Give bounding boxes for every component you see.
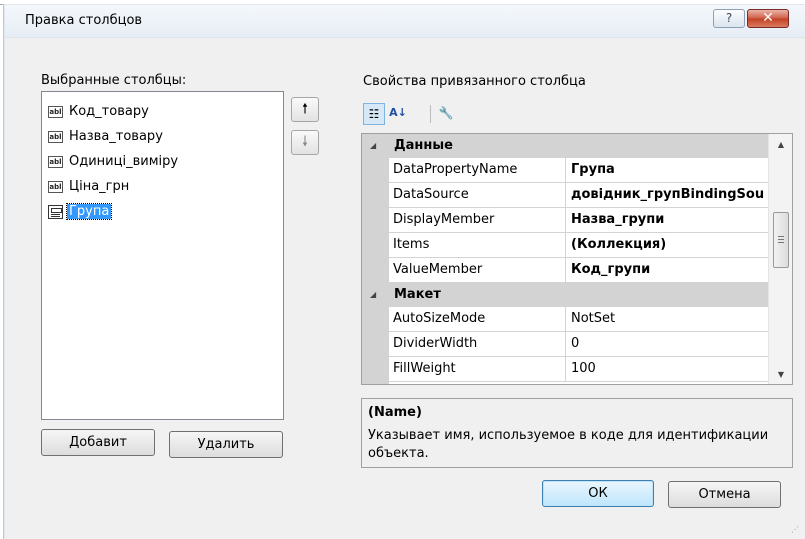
property-value[interactable]: Назва_групи <box>571 208 767 232</box>
property-value[interactable]: 0 <box>571 332 767 356</box>
property-divider <box>565 357 566 382</box>
close-button[interactable]: ✕ <box>747 9 789 28</box>
arrow-up-icon: 🠕 <box>301 101 308 117</box>
category-label: Макет <box>394 287 441 302</box>
property-row-displaymember[interactable]: DisplayMember Назва_групи <box>389 208 768 233</box>
property-name: DisplayMember <box>393 212 495 227</box>
remove-column-button[interactable]: Удалить <box>169 431 283 458</box>
property-name: DataPropertyName <box>393 162 518 177</box>
alphabetical-view-button[interactable]: A↓ <box>387 103 409 125</box>
property-value[interactable]: 100 <box>571 357 767 381</box>
property-row-fillweight[interactable]: FillWeight 100 <box>389 357 768 382</box>
property-divider <box>565 208 566 233</box>
property-name: Items <box>393 237 430 252</box>
collapse-icon[interactable]: ◢ <box>370 283 376 307</box>
close-icon: ✕ <box>762 10 774 26</box>
property-row-datapropertyname[interactable]: DataPropertyName Група <box>389 158 768 183</box>
category-row-data[interactable]: ◢ Данные <box>362 134 768 158</box>
property-divider <box>565 233 566 258</box>
list-item-label: Код_товару <box>69 104 149 119</box>
property-description-panel: (Name) Указывает имя, используемое в код… <box>361 398 793 468</box>
bound-column-properties-label: Свойства привязанного столбца <box>363 74 586 89</box>
property-row-items[interactable]: Items (Коллекция) <box>389 233 768 258</box>
property-name: DataSource <box>393 187 469 202</box>
resize-grip-icon[interactable]: ⋰ <box>791 525 801 535</box>
property-row-autosizemode[interactable]: AutoSizeMode NotSet <box>389 307 768 332</box>
list-item-label: Група <box>65 203 113 220</box>
property-row-valuemember[interactable]: ValueMember Код_групи <box>389 258 768 283</box>
list-item-label: Назва_товару <box>69 129 163 144</box>
move-down-button[interactable]: 🠗 <box>291 130 319 155</box>
property-grid-margin <box>362 134 389 384</box>
selected-columns-list[interactable]: abl Код_товару abl Назва_товару abl Один… <box>41 91 284 420</box>
property-value[interactable]: NotSet <box>571 307 767 331</box>
textbox-column-icon: abl <box>48 155 63 168</box>
selected-columns-label: Выбранные столбцы: <box>41 73 187 88</box>
scrollbar-thumb[interactable] <box>773 212 789 268</box>
property-divider <box>565 332 566 357</box>
help-button[interactable]: ? <box>713 9 745 28</box>
property-value[interactable]: (Коллекция) <box>571 233 767 257</box>
list-item-tsina-hrn[interactable]: abl Ціна_грн <box>48 176 129 197</box>
description-text: Указывает имя, используемое в коде для и… <box>368 428 769 461</box>
window-title: Правка столбцов <box>25 13 143 28</box>
property-divider <box>565 158 566 183</box>
toolbar-separator <box>430 105 431 123</box>
list-item-label: Ціна_грн <box>69 179 130 194</box>
scroll-up-icon[interactable]: ▲ <box>769 140 792 149</box>
grip-line <box>778 239 784 240</box>
wrench-icon: 🔧 <box>438 106 454 120</box>
list-item-nazva-tovaru[interactable]: abl Назва_товару <box>48 126 163 147</box>
cancel-button[interactable]: Отмена <box>668 481 781 508</box>
property-name: FillWeight <box>393 361 456 376</box>
grip-line <box>778 236 784 237</box>
sort-alphabetical-icon: A↓ <box>389 106 407 119</box>
list-item-odynytsi-vymiru[interactable]: abl Одиниці_виміру <box>48 151 178 172</box>
move-up-button[interactable]: 🠕 <box>291 97 319 122</box>
category-label: Данные <box>394 138 453 153</box>
property-name: DividerWidth <box>393 336 478 351</box>
category-row-layout[interactable]: ◢ Макет <box>362 283 768 307</box>
property-divider <box>565 183 566 208</box>
textbox-column-icon: abl <box>48 130 63 143</box>
property-grid[interactable]: ◢ Данные DataPropertyName Група DataSour… <box>361 133 793 385</box>
property-pages-button[interactable]: 🔧 <box>435 103 457 125</box>
property-grid-scrollbar[interactable]: ▲ ▼ <box>768 134 792 384</box>
add-column-button[interactable]: Добавит <box>41 429 155 456</box>
scroll-down-icon[interactable]: ▼ <box>769 370 792 379</box>
categorized-view-button[interactable]: ☷ <box>363 103 385 125</box>
property-value[interactable]: довідник_групBindingSou <box>571 183 767 207</box>
ok-button[interactable]: ОК <box>542 480 654 507</box>
description-title: (Name) <box>368 405 422 420</box>
textbox-column-icon: abl <box>48 180 63 193</box>
property-divider <box>565 258 566 283</box>
list-item-kod-tovaru[interactable]: abl Код_товару <box>48 101 149 122</box>
property-value[interactable]: Група <box>571 158 767 182</box>
arrow-down-icon: 🠗 <box>301 134 308 150</box>
collapse-icon[interactable]: ◢ <box>370 134 376 158</box>
grip-line <box>778 242 784 243</box>
help-icon: ? <box>725 11 733 25</box>
property-value[interactable]: Код_групи <box>571 258 767 282</box>
textbox-column-icon: abl <box>48 105 63 118</box>
list-item-label: Одиниці_виміру <box>69 154 179 169</box>
property-row-dividerwidth[interactable]: DividerWidth 0 <box>389 332 768 357</box>
property-name: ValueMember <box>393 262 483 277</box>
property-name: AutoSizeMode <box>393 311 486 326</box>
edit-columns-dialog: Правка столбцов ? ✕ Выбранные столбцы: a… <box>4 4 805 539</box>
property-row-datasource[interactable]: DataSource довідник_групBindingSou <box>389 183 768 208</box>
title-bar[interactable]: Правка столбцов ? ✕ <box>5 5 805 38</box>
property-divider <box>565 307 566 332</box>
categorized-icon: ☷ <box>368 107 380 121</box>
list-item-hrupa[interactable]: Група <box>48 201 113 222</box>
combobox-column-icon <box>48 204 63 219</box>
